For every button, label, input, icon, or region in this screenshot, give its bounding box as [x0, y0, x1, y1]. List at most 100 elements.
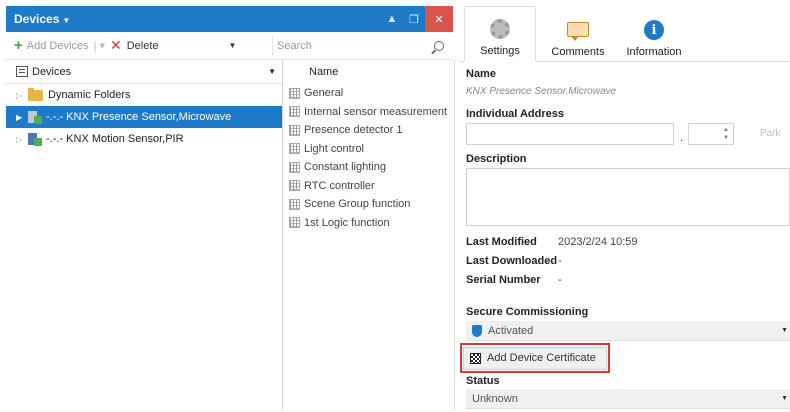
properties-tabs: Settings Comments i Information: [460, 6, 790, 62]
properties-panel: Settings Comments i Information Name KNX…: [460, 6, 790, 412]
park-button[interactable]: Park: [760, 128, 781, 139]
tree-item-label: -.-.- KNX Presence Sensor,Microwave: [46, 111, 232, 123]
search-icon[interactable]: [434, 41, 444, 51]
list-item[interactable]: Constant lighting: [283, 158, 454, 177]
plus-icon: +: [14, 37, 23, 54]
list-item-label: RTC controller: [304, 179, 375, 192]
list-item[interactable]: Scene Group function: [283, 195, 454, 214]
add-devices-label: Add Devices: [26, 39, 89, 52]
list-item[interactable]: 1st Logic function: [283, 214, 454, 233]
window-title-dropdown[interactable]: Devices ▼: [6, 12, 70, 26]
list-item-label: 1st Logic function: [304, 216, 390, 229]
list-item-label: Presence detector 1: [304, 124, 403, 137]
list-item-label: General: [304, 87, 344, 100]
delete-label: Delete: [126, 39, 159, 52]
devices-tree: Devices ▼ ▷ Dynamic Folders ▶ -.-.- KNX …: [6, 60, 283, 410]
info-icon: i: [644, 20, 664, 40]
parameter-grid-icon: [289, 124, 300, 136]
name-field[interactable]: KNX Presence Sensor,Microwave: [466, 86, 616, 97]
close-icon[interactable]: ✕: [425, 6, 453, 32]
tab-settings[interactable]: Settings: [464, 6, 536, 62]
parameter-grid-icon: [289, 106, 300, 118]
description-textarea[interactable]: [466, 168, 790, 226]
address-label: Individual Address: [466, 108, 565, 120]
param-column-header[interactable]: Name: [283, 60, 454, 84]
add-devices-button[interactable]: + Add Devices: [6, 37, 89, 54]
device-icon: [28, 110, 42, 124]
list-item[interactable]: General: [283, 84, 454, 103]
list-item[interactable]: Internal sensor measurement: [283, 103, 454, 122]
list-item-label: Light control: [304, 142, 364, 155]
tree-item-motion-sensor[interactable]: ▷ -.-.- KNX Motion Sensor,PIR: [6, 128, 282, 150]
parameter-grid-icon: [289, 87, 300, 99]
chevron-down-icon[interactable]: ▼: [268, 67, 276, 76]
add-device-certificate-highlight: Add Device Certificate: [460, 343, 610, 373]
chevron-up-icon[interactable]: ▲: [723, 127, 729, 133]
search-placeholder: Search: [277, 40, 312, 52]
delete-button[interactable]: ✕ Delete: [110, 37, 159, 54]
status-select[interactable]: Unknown ▼: [466, 389, 790, 409]
tree-item-label: -.-.- KNX Motion Sensor,PIR: [46, 133, 184, 145]
qr-code-icon: [470, 352, 481, 364]
parameter-grid-icon: [289, 198, 300, 210]
tree-header[interactable]: Devices ▼: [6, 60, 282, 84]
expand-arrow-icon[interactable]: ▶: [16, 113, 26, 122]
tab-label: Information: [626, 46, 682, 58]
list-item-label: Internal sensor measurement: [304, 105, 448, 118]
comment-icon: [567, 22, 589, 41]
serial-number-label: Serial Number: [466, 274, 541, 286]
tree-item-presence-sensor[interactable]: ▶ -.-.- KNX Presence Sensor,Microwave: [6, 106, 282, 128]
list-item[interactable]: RTC controller: [283, 177, 454, 196]
parameter-list: Name General Internal sensor measurement…: [283, 60, 455, 410]
restore-icon[interactable]: ❐: [403, 6, 425, 32]
secure-commissioning-label: Secure Commissioning: [466, 306, 589, 318]
status-label: Status: [466, 375, 500, 387]
add-device-certificate-label: Add Device Certificate: [487, 352, 596, 364]
chevron-down-icon[interactable]: ▼: [723, 135, 729, 141]
expand-arrow-icon[interactable]: ▷: [16, 91, 26, 100]
address-device-stepper[interactable]: ▲ ▼: [688, 123, 734, 145]
status-value: Unknown: [472, 392, 518, 405]
list-item-label: Scene Group function: [304, 198, 411, 211]
list-item-label: Constant lighting: [304, 161, 386, 174]
address-area-input[interactable]: [466, 123, 674, 145]
search-input[interactable]: Search: [272, 36, 450, 56]
parameter-grid-icon: [289, 217, 300, 229]
gear-icon: [490, 19, 510, 39]
last-modified-label: Last Modified: [466, 236, 537, 248]
devices-list-icon: [16, 66, 28, 77]
list-item[interactable]: Presence detector 1: [283, 121, 454, 140]
last-modified-value: 2023/2/24 10:59: [558, 236, 638, 248]
secure-commissioning-value: Activated: [488, 324, 534, 337]
list-item[interactable]: Light control: [283, 140, 454, 159]
tab-information[interactable]: i Information: [618, 6, 690, 62]
tab-label: Comments: [551, 46, 605, 58]
parameter-grid-icon: [289, 180, 300, 192]
expand-arrow-icon[interactable]: ▷: [16, 135, 26, 144]
last-downloaded-value: -: [558, 255, 562, 267]
chevron-down-icon: ▼: [781, 395, 788, 402]
tab-label: Settings: [480, 45, 520, 57]
description-label: Description: [466, 153, 527, 165]
devices-toolbar: + Add Devices | ▾ ✕ Delete ▼ Search: [6, 32, 453, 60]
secure-commissioning-select[interactable]: Activated ▼: [466, 321, 790, 341]
collapse-icon[interactable]: ▲: [381, 6, 403, 32]
toolbar-more-dropdown[interactable]: ▼: [229, 41, 237, 50]
tree-item-dynamic-folders[interactable]: ▷ Dynamic Folders: [6, 84, 282, 106]
last-downloaded-label: Last Downloaded: [466, 255, 558, 267]
add-device-certificate-button[interactable]: Add Device Certificate: [463, 346, 607, 370]
add-devices-dropdown[interactable]: | ▾: [94, 39, 105, 52]
address-separator: .: [680, 132, 684, 144]
shield-icon: [472, 324, 482, 337]
tree-header-label: Devices: [32, 65, 72, 78]
window-titlebar: Devices ▼ ▲ ❐ ✕: [6, 6, 453, 32]
tree-item-label: Dynamic Folders: [48, 89, 131, 101]
window-title: Devices: [14, 12, 60, 26]
serial-number-value: -: [558, 274, 562, 286]
parameter-grid-icon: [289, 143, 300, 155]
folder-icon: [28, 87, 43, 101]
name-label: Name: [466, 68, 496, 80]
chevron-down-icon: ▼: [62, 16, 71, 25]
tab-comments[interactable]: Comments: [542, 6, 614, 62]
device-icon: [28, 132, 42, 146]
